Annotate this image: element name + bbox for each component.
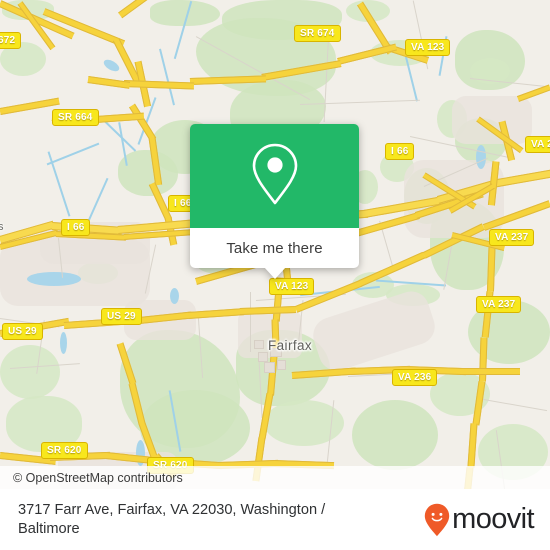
- landuse-wood: [118, 150, 178, 196]
- water-body: [101, 57, 122, 74]
- stream: [47, 151, 71, 217]
- address-text: 3717 Farr Ave, Fairfax, VA 22030, Washin…: [18, 501, 326, 537]
- water-body: [476, 145, 486, 169]
- road-major: [187, 308, 245, 319]
- road-shield: 672: [0, 32, 22, 49]
- road-shield: VA 2: [525, 136, 550, 153]
- popup-tail: [263, 267, 286, 279]
- road-minor: [477, 398, 548, 412]
- road-major: [0, 97, 60, 115]
- building: [258, 352, 268, 362]
- road-shield: VA 237: [489, 229, 535, 246]
- building: [254, 340, 264, 349]
- landuse-residential: [452, 96, 532, 144]
- water-body: [60, 332, 67, 354]
- road-major: [87, 76, 131, 89]
- location-popup[interactable]: Take me there: [190, 124, 359, 279]
- map-screen: 672 SR 674 VA 123 SR 664 I 66 VA 2 I 66 …: [0, 0, 550, 550]
- road-shield: VA 236: [392, 369, 438, 386]
- place-label-fairfax: Fairfax: [268, 338, 313, 353]
- road-shield: SR 674: [294, 25, 341, 42]
- map-viewport[interactable]: 672 SR 674 VA 123 SR 664 I 66 VA 2 I 66 …: [0, 0, 550, 489]
- road-shield: US 29: [2, 323, 43, 340]
- moovit-wordmark: moovit: [452, 503, 534, 535]
- map-pin-icon: [248, 141, 302, 212]
- road-shield: I 66: [385, 143, 415, 160]
- road-shield: US 29: [101, 308, 142, 325]
- water-body: [170, 288, 179, 304]
- map-attribution: © OpenStreetMap contributors: [0, 466, 550, 489]
- road-shield: VA 237: [476, 296, 522, 313]
- place-label: s: [0, 221, 4, 233]
- popup-header: [190, 124, 359, 228]
- landuse-wood: [0, 345, 60, 399]
- take-me-there-label: Take me there: [226, 239, 323, 257]
- road-shield: SR 664: [52, 109, 99, 126]
- water-body: [27, 272, 81, 286]
- road-shield: VA 123: [405, 39, 451, 56]
- road-shield: I 66: [61, 219, 91, 236]
- building: [264, 362, 275, 373]
- road-ramp: [516, 84, 550, 102]
- road-minor: [250, 292, 252, 352]
- building: [277, 360, 286, 370]
- popup-action-bar[interactable]: Take me there: [190, 228, 359, 279]
- road-major: [467, 423, 478, 468]
- road-shield: SR 620: [41, 442, 88, 459]
- road-major: [123, 80, 195, 90]
- landuse-wood: [352, 400, 438, 470]
- attribution-text[interactable]: © OpenStreetMap contributors: [0, 471, 183, 485]
- road-major: [486, 247, 496, 292]
- stream: [159, 48, 175, 106]
- road-shield: VA 123: [269, 278, 315, 295]
- footer-bar: 3717 Farr Ave, Fairfax, VA 22030, Washin…: [0, 489, 550, 550]
- road-major: [460, 368, 520, 375]
- moovit-pin-icon: [424, 503, 450, 537]
- moovit-logo[interactable]: moovit: [424, 503, 535, 537]
- stream: [46, 142, 100, 166]
